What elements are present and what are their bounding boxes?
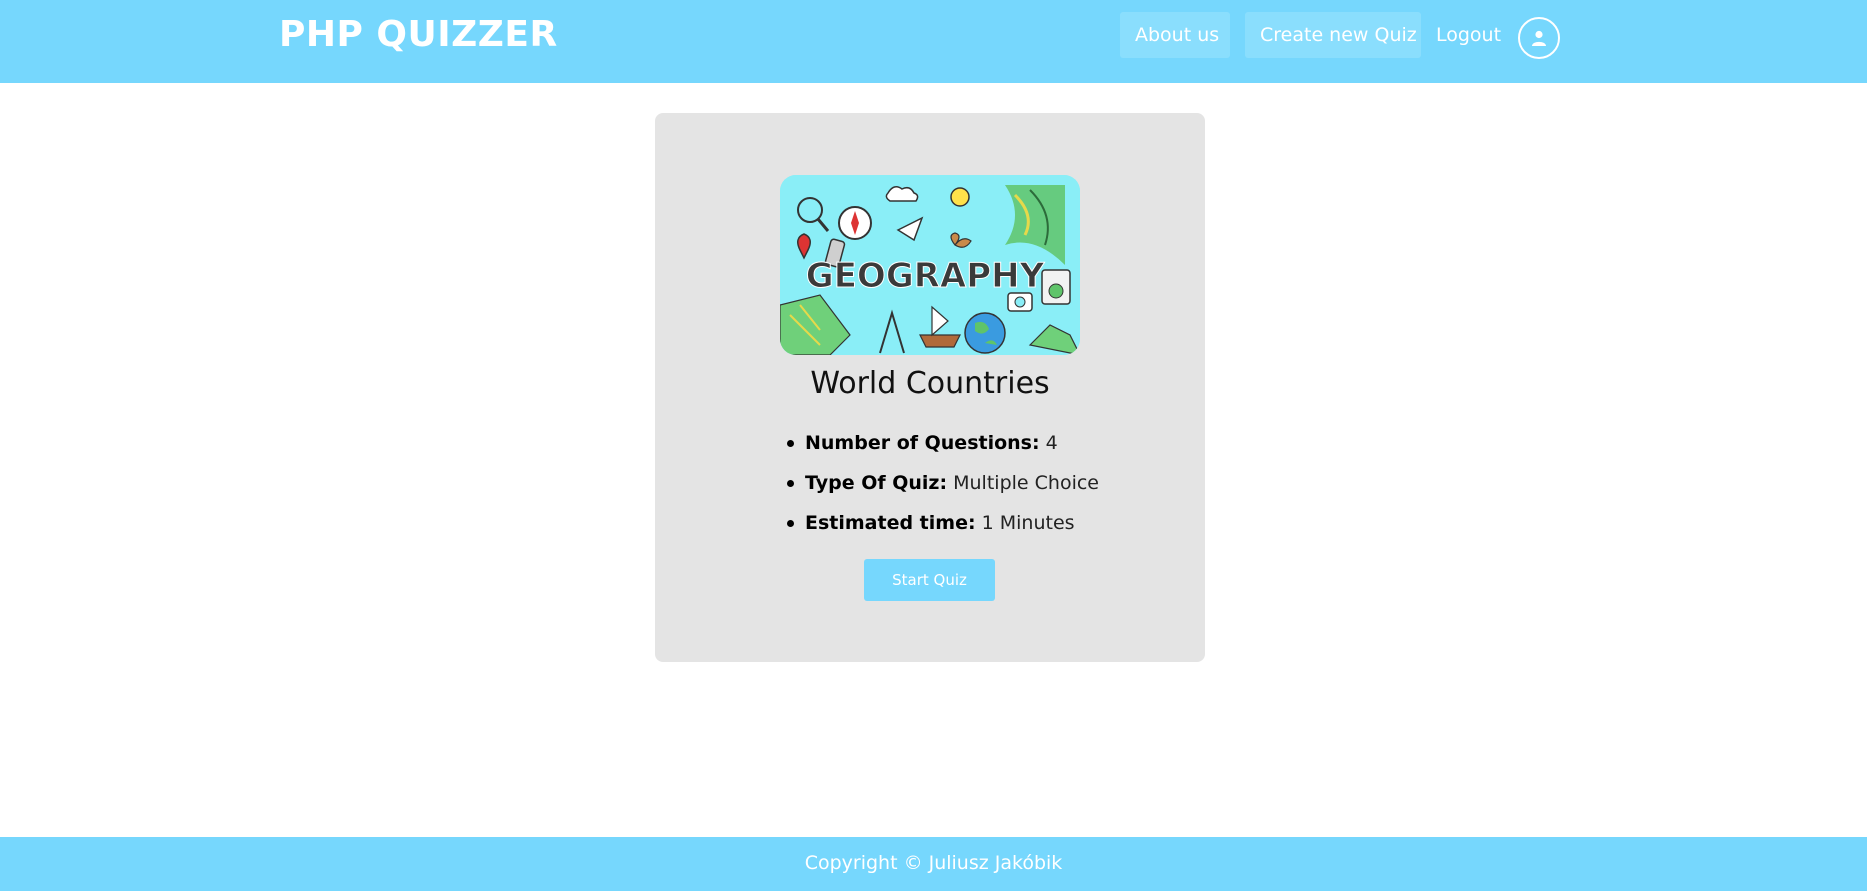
quiz-type-label: Type Of Quiz: [805,472,948,494]
questions-count-label: Number of Questions: [805,432,1040,454]
footer: Copyright © Juliusz Jakóbik [0,837,1867,891]
quiz-card: GEOGRAPHY World Countries Number of Ques… [655,113,1205,662]
about-us-button[interactable]: About us [1120,12,1230,58]
list-item: Type Of Quiz: Multiple Choice [787,463,1099,503]
user-icon [1532,30,1546,46]
start-quiz-button[interactable]: Start Quiz [864,559,995,601]
estimated-time-value: 1 Minutes [981,512,1075,534]
image-banner-text: GEOGRAPHY [806,256,1045,296]
list-item: Number of Questions: 4 [787,423,1099,463]
list-item: Estimated time: 1 Minutes [787,503,1099,543]
quiz-cover-image: GEOGRAPHY [780,175,1080,355]
logout-link[interactable]: Logout [1436,12,1501,58]
estimated-time-label: Estimated time: [805,512,976,534]
quiz-title: World Countries [810,366,1050,401]
quiz-type-value: Multiple Choice [953,472,1099,494]
quiz-info-list: Number of Questions: 4 Type Of Quiz: Mul… [787,423,1099,543]
questions-count-value: 4 [1045,432,1058,454]
brand-logo-text[interactable]: PHP QUIZZER [279,14,558,55]
create-quiz-button[interactable]: Create new Quiz [1245,12,1421,58]
user-avatar-button[interactable] [1518,17,1560,59]
copyright-text: Copyright © Juliusz Jakóbik [804,852,1063,874]
geography-illustration: GEOGRAPHY [780,175,1080,355]
top-navbar: PHP QUIZZER About us Create new Quiz Log… [0,0,1867,83]
